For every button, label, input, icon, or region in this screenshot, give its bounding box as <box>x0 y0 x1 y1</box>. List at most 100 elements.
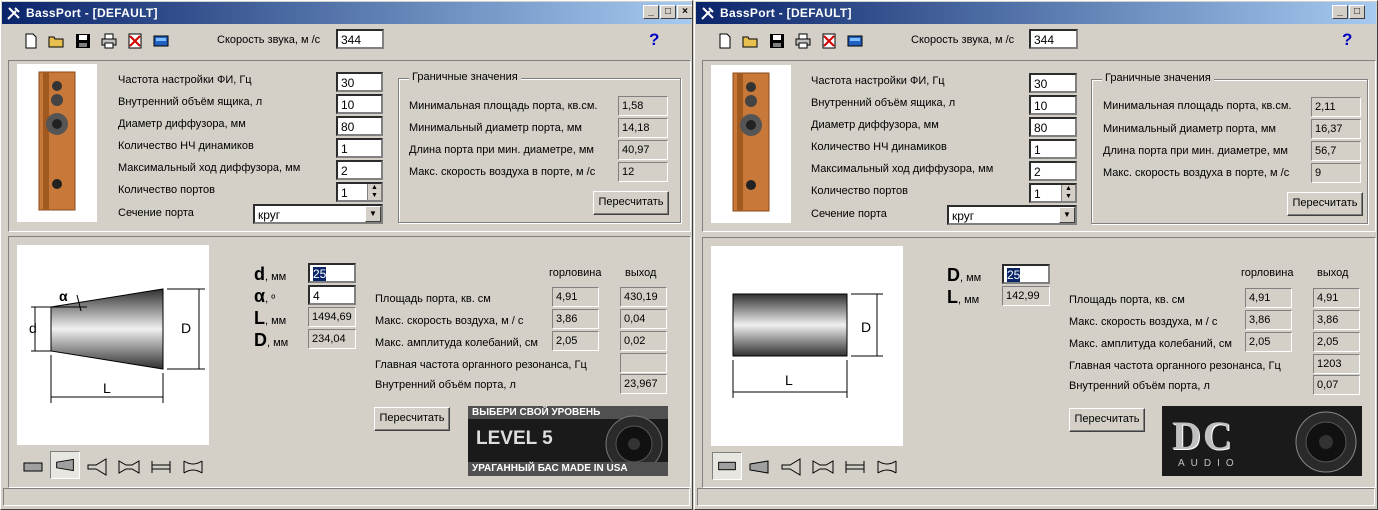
section-select[interactable]: круг ▼ <box>253 204 383 224</box>
section-value: круг <box>258 208 281 222</box>
port-diameter-value: 25 <box>1007 268 1021 282</box>
print-icon[interactable] <box>794 32 812 50</box>
port-count-value: 1 <box>1034 187 1041 201</box>
level5-banner[interactable]: ВЫБЕРИ СВОЙ УРОВЕНЬ LEVEL 5 УРАГАННЫЙ БА… <box>468 406 668 476</box>
double-horn-port-shape-icon[interactable] <box>808 453 838 481</box>
spin-down-icon[interactable]: ▼ <box>1062 193 1075 201</box>
result-exit: 0,04 <box>620 309 667 329</box>
title-bar[interactable]: BassPort - [DEFAULT] _ □ × <box>2 2 692 24</box>
param-label: Частота настройки ФИ, Гц <box>118 74 252 86</box>
cone-diameter-input[interactable]: 80 <box>1029 117 1077 137</box>
horn-port-shape-icon[interactable] <box>82 453 112 481</box>
new-file-icon[interactable] <box>716 32 734 50</box>
tuning-frequency-input[interactable]: 30 <box>1029 73 1077 93</box>
help-icon[interactable]: ? <box>1342 30 1352 50</box>
recalc-limits-button[interactable]: Пересчитать <box>1287 192 1363 216</box>
double-horn-port-shape-icon[interactable] <box>114 453 144 481</box>
minimize-button[interactable]: _ <box>1332 5 1348 19</box>
max-excursion-input[interactable]: 2 <box>336 160 383 180</box>
minimize-button[interactable]: _ <box>643 5 659 19</box>
delete-icon[interactable] <box>126 32 144 50</box>
chevron-down-icon[interactable]: ▼ <box>1059 207 1075 223</box>
port-diameter-input[interactable]: 25 <box>1002 264 1050 284</box>
open-folder-icon[interactable] <box>741 32 759 50</box>
calculator-icon[interactable] <box>846 32 864 50</box>
calculator-icon[interactable] <box>152 32 170 50</box>
dim-L-label: L, мм <box>254 309 286 330</box>
box-volume-input[interactable]: 10 <box>1029 95 1077 115</box>
flanged-port-shape-icon[interactable] <box>146 453 176 481</box>
param-label: Внутренний объём ящика, л <box>118 96 263 108</box>
flanged-port-shape-icon[interactable] <box>840 453 870 481</box>
dc-audio-logo: DC <box>1172 413 1234 458</box>
help-icon[interactable]: ? <box>649 30 659 50</box>
limit-value: 2,11 <box>1311 97 1361 117</box>
recalc-port-button[interactable]: Пересчитать <box>1069 408 1145 432</box>
result-label: Главная частота органного резонанса, Гц <box>1069 360 1281 372</box>
diagram-D-label: D <box>861 319 871 335</box>
limits-title: Граничные значения <box>1102 72 1214 84</box>
section-select[interactable]: круг ▼ <box>947 205 1077 225</box>
result-exit: 3,86 <box>1313 310 1360 330</box>
port-count-input[interactable]: 1 ▲ ▼ <box>336 182 383 202</box>
flared-port-shape-icon[interactable] <box>178 453 208 481</box>
cone-diameter-input[interactable]: 80 <box>336 116 383 136</box>
exit-diameter-value: 234,04 <box>308 329 356 349</box>
result-throat: 4,91 <box>552 287 599 307</box>
param-label: Количество портов <box>118 184 215 196</box>
port-count-spinner[interactable]: ▲ ▼ <box>1061 185 1075 201</box>
tuning-frequency-input[interactable]: 30 <box>336 72 383 92</box>
sound-speed-input[interactable]: 344 <box>336 29 384 49</box>
cone-port-shape-icon[interactable] <box>50 451 80 479</box>
param-label: Максимальный ход диффузора, мм <box>118 162 301 174</box>
result-label: Внутренний объём порта, л <box>1069 380 1210 392</box>
title-bar[interactable]: BassPort - [DEFAULT] _ □ <box>696 2 1376 24</box>
port-diagram: D L <box>711 246 903 446</box>
throat-diameter-input[interactable]: 25 <box>308 263 356 283</box>
spin-up-icon[interactable]: ▲ <box>368 184 381 192</box>
delete-icon[interactable] <box>820 32 838 50</box>
diagram-L-label: L <box>785 372 793 388</box>
param-label: Частота настройки ФИ, Гц <box>811 75 945 87</box>
dc-audio-banner[interactable]: DC AUDIO <box>1162 406 1362 476</box>
save-icon[interactable] <box>74 32 92 50</box>
speaker-image <box>711 65 791 223</box>
param-label: Диаметр диффузора, мм <box>118 118 246 130</box>
maximize-button[interactable]: □ <box>660 5 676 19</box>
new-file-icon[interactable] <box>22 32 40 50</box>
box-volume-input[interactable]: 10 <box>336 94 383 114</box>
dim-unit: , мм <box>267 337 289 349</box>
chevron-down-icon[interactable]: ▼ <box>365 206 381 222</box>
angle-input[interactable]: 4 <box>308 285 356 305</box>
spin-down-icon[interactable]: ▼ <box>368 192 381 200</box>
max-excursion-input[interactable]: 2 <box>1029 161 1077 181</box>
result-label: Площадь порта, кв. см <box>1069 294 1185 306</box>
result-exit: 1203 <box>1313 354 1360 374</box>
window-title: BassPort - [DEFAULT] <box>26 6 158 20</box>
maximize-button[interactable]: □ <box>1349 5 1365 19</box>
recalc-port-button[interactable]: Пересчитать <box>374 407 450 431</box>
result-throat: 3,86 <box>552 309 599 329</box>
subwoofer-icon <box>1295 411 1357 473</box>
port-count-spinner[interactable]: ▲ ▼ <box>367 184 381 200</box>
save-icon[interactable] <box>768 32 786 50</box>
limit-value: 56,7 <box>1311 141 1361 161</box>
close-button[interactable]: × <box>677 5 692 19</box>
horn-port-shape-icon[interactable] <box>776 453 806 481</box>
cone-port-shape-icon[interactable] <box>744 453 774 481</box>
result-label: Главная частота органного резонанса, Гц <box>375 359 587 371</box>
param-label: Количество портов <box>811 185 908 197</box>
print-icon[interactable] <box>100 32 118 50</box>
port-count-input[interactable]: 1 ▲ ▼ <box>1029 183 1077 203</box>
recalc-limits-button[interactable]: Пересчитать <box>593 191 669 215</box>
limit-label: Длина порта при мин. диаметре, мм <box>1103 145 1288 157</box>
limit-value: 12 <box>618 162 668 182</box>
woofer-count-input[interactable]: 1 <box>336 138 383 158</box>
flared-port-shape-icon[interactable] <box>872 453 902 481</box>
open-folder-icon[interactable] <box>47 32 65 50</box>
woofer-count-input[interactable]: 1 <box>1029 139 1077 159</box>
sound-speed-input[interactable]: 344 <box>1029 29 1078 49</box>
straight-port-shape-icon[interactable] <box>712 452 742 480</box>
spin-up-icon[interactable]: ▲ <box>1062 185 1075 193</box>
straight-port-shape-icon[interactable] <box>18 453 48 481</box>
